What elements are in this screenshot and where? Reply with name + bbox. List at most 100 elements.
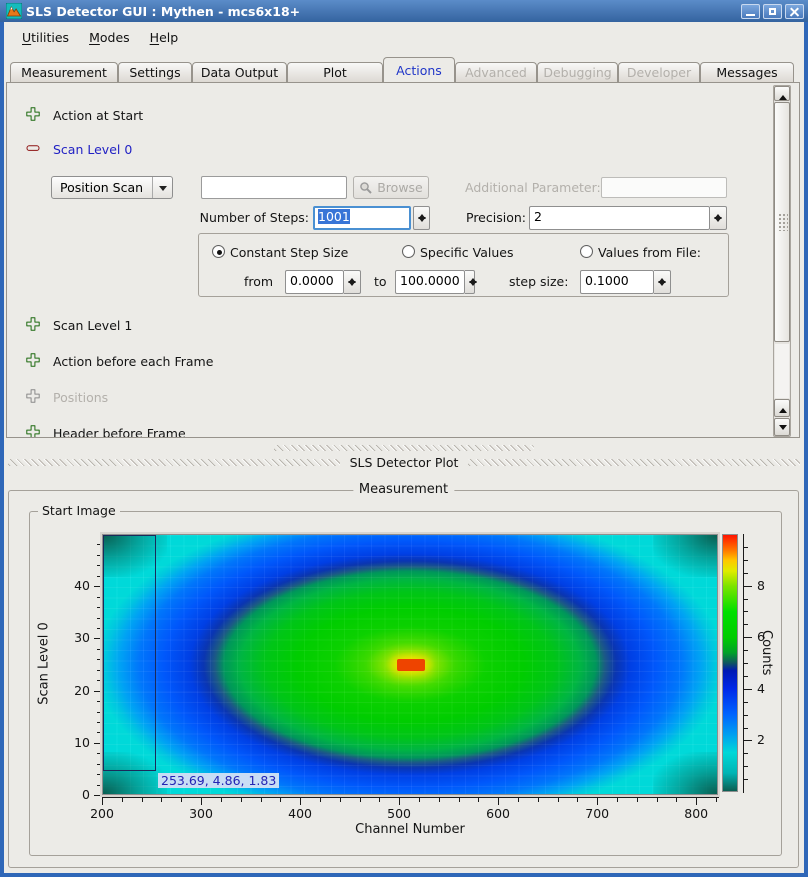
tick-mark [518, 798, 519, 802]
precision-spinbox[interactable]: 2 [529, 206, 727, 230]
vertical-scrollbar[interactable] [773, 85, 791, 437]
expand-plus-icon[interactable] [25, 352, 41, 368]
tab-actions[interactable]: Actions [383, 57, 455, 82]
collapse-minus-icon[interactable] [25, 140, 41, 156]
tick-mark [97, 628, 101, 629]
tick-mark [97, 607, 101, 608]
step-size-spinbox[interactable]: 0.1000 [580, 270, 671, 294]
constant-step-size-label[interactable]: Constant Step Size [230, 245, 348, 260]
tick-mark [617, 798, 618, 802]
menu-utilities[interactable]: Utilities [14, 27, 77, 48]
menu-help[interactable]: Help [142, 27, 187, 48]
step-mode-groupbox: Constant Step Size Specific Values Value… [198, 233, 729, 297]
tab-advanced: Advanced [455, 62, 537, 82]
scan-script-input[interactable] [201, 176, 347, 199]
tick-mark [716, 798, 717, 802]
tick-mark [744, 560, 748, 561]
scan-mode-value: Position Scan [52, 177, 152, 198]
from-value[interactable]: 0.0000 [285, 270, 344, 294]
header-before-frame-label[interactable]: Header before Frame [53, 426, 186, 438]
tick-mark [744, 624, 748, 625]
tab-plot[interactable]: Plot [287, 62, 383, 82]
tick-label: 700 [577, 806, 617, 821]
menu-bar: Utilities Modes Help [4, 24, 804, 50]
scan-level-0-label[interactable]: Scan Level 0 [53, 142, 132, 157]
expand-plus-icon[interactable] [25, 106, 41, 122]
tick-mark [478, 798, 479, 802]
tick-mark [221, 798, 222, 802]
combo-dropdown-arrow-icon[interactable] [152, 177, 172, 198]
x-axis-title: Channel Number [102, 822, 718, 837]
scrollbar-thumb[interactable] [774, 102, 790, 342]
tick-label: 30 [64, 630, 90, 645]
scroll-up-button-2[interactable] [774, 399, 790, 417]
tick-mark [419, 798, 420, 802]
plot-dock-title: SLS Detector Plot [350, 455, 459, 470]
tick-mark [97, 712, 101, 713]
spin-down-icon[interactable] [344, 282, 360, 293]
precision-label: Precision: [466, 210, 526, 225]
positions-label: Positions [53, 390, 108, 405]
tick-mark [97, 774, 101, 775]
scroll-down-button[interactable] [774, 418, 790, 436]
tick-mark [340, 798, 341, 802]
tab-settings[interactable]: Settings [118, 62, 192, 82]
tick-mark [97, 701, 101, 702]
tab-measurement[interactable]: Measurement [10, 62, 118, 82]
tick-mark [280, 798, 281, 802]
tick-label: 300 [181, 806, 221, 821]
heatmap-canvas[interactable]: 253.69, 4.86, 1.83 [102, 534, 718, 795]
specific-values-radio[interactable] [402, 245, 415, 258]
constant-step-size-radio[interactable] [212, 245, 225, 258]
action-before-frame-label[interactable]: Action before each Frame [53, 354, 213, 369]
splitter-handle[interactable] [274, 445, 534, 451]
spin-down-icon[interactable] [710, 218, 726, 229]
measurement-groupbox: Measurement Start Image Scan Level 0 010… [8, 490, 799, 868]
action-at-start-label[interactable]: Action at Start [53, 108, 143, 123]
number-of-steps-value[interactable]: 1001 [318, 209, 350, 224]
spin-down-icon[interactable] [465, 282, 474, 293]
tick-mark [97, 680, 101, 681]
tick-mark [94, 638, 101, 639]
expand-plus-icon[interactable] [25, 424, 41, 438]
values-from-file-label[interactable]: Values from File: [598, 245, 701, 260]
to-label: to [374, 274, 387, 289]
maximize-button[interactable] [763, 4, 782, 19]
to-value[interactable]: 100.0000 [395, 270, 465, 294]
tab-data-output[interactable]: Data Output [192, 62, 287, 82]
minimize-button[interactable] [741, 4, 760, 19]
scrollbar-trough[interactable] [775, 344, 789, 398]
scan-level-1-label[interactable]: Scan Level 1 [53, 318, 132, 333]
tick-mark [94, 586, 101, 587]
tick-mark [744, 586, 752, 587]
tick-mark [181, 798, 182, 802]
tick-mark [637, 798, 638, 802]
tick-mark [97, 565, 101, 566]
tick-mark [94, 691, 101, 692]
tick-mark [97, 670, 101, 671]
close-button[interactable] [785, 4, 804, 19]
spin-down-icon[interactable] [654, 282, 670, 293]
expand-plus-icon[interactable] [25, 316, 41, 332]
from-spinbox[interactable]: 0.0000 [285, 270, 361, 294]
menu-help-accel: H [150, 30, 159, 45]
plot-dock-titlebar[interactable]: SLS Detector Plot [8, 454, 800, 470]
number-of-steps-spinbox[interactable]: 1001 [313, 206, 430, 230]
to-spinbox[interactable]: 100.0000 [395, 270, 475, 294]
tab-messages[interactable]: Messages [700, 62, 794, 82]
tick-mark [379, 798, 380, 802]
values-from-file-radio[interactable] [580, 245, 593, 258]
step-size-value[interactable]: 0.1000 [580, 270, 654, 294]
precision-value[interactable]: 2 [529, 206, 710, 230]
menu-modes[interactable]: Modes [81, 27, 138, 48]
tick-label: 2 [757, 732, 777, 747]
titlebar[interactable]: SLS Detector GUI : Mythen - mcs6x18+ [0, 0, 808, 22]
dock-texture-right [468, 459, 800, 466]
spin-down-icon[interactable] [414, 218, 429, 229]
app-logo-icon [6, 3, 22, 19]
scan-mode-combobox[interactable]: Position Scan [51, 176, 173, 199]
tick-label: 600 [478, 806, 518, 821]
scroll-up-button[interactable] [774, 86, 790, 101]
specific-values-label[interactable]: Specific Values [420, 245, 513, 260]
tick-label: 20 [64, 683, 90, 698]
